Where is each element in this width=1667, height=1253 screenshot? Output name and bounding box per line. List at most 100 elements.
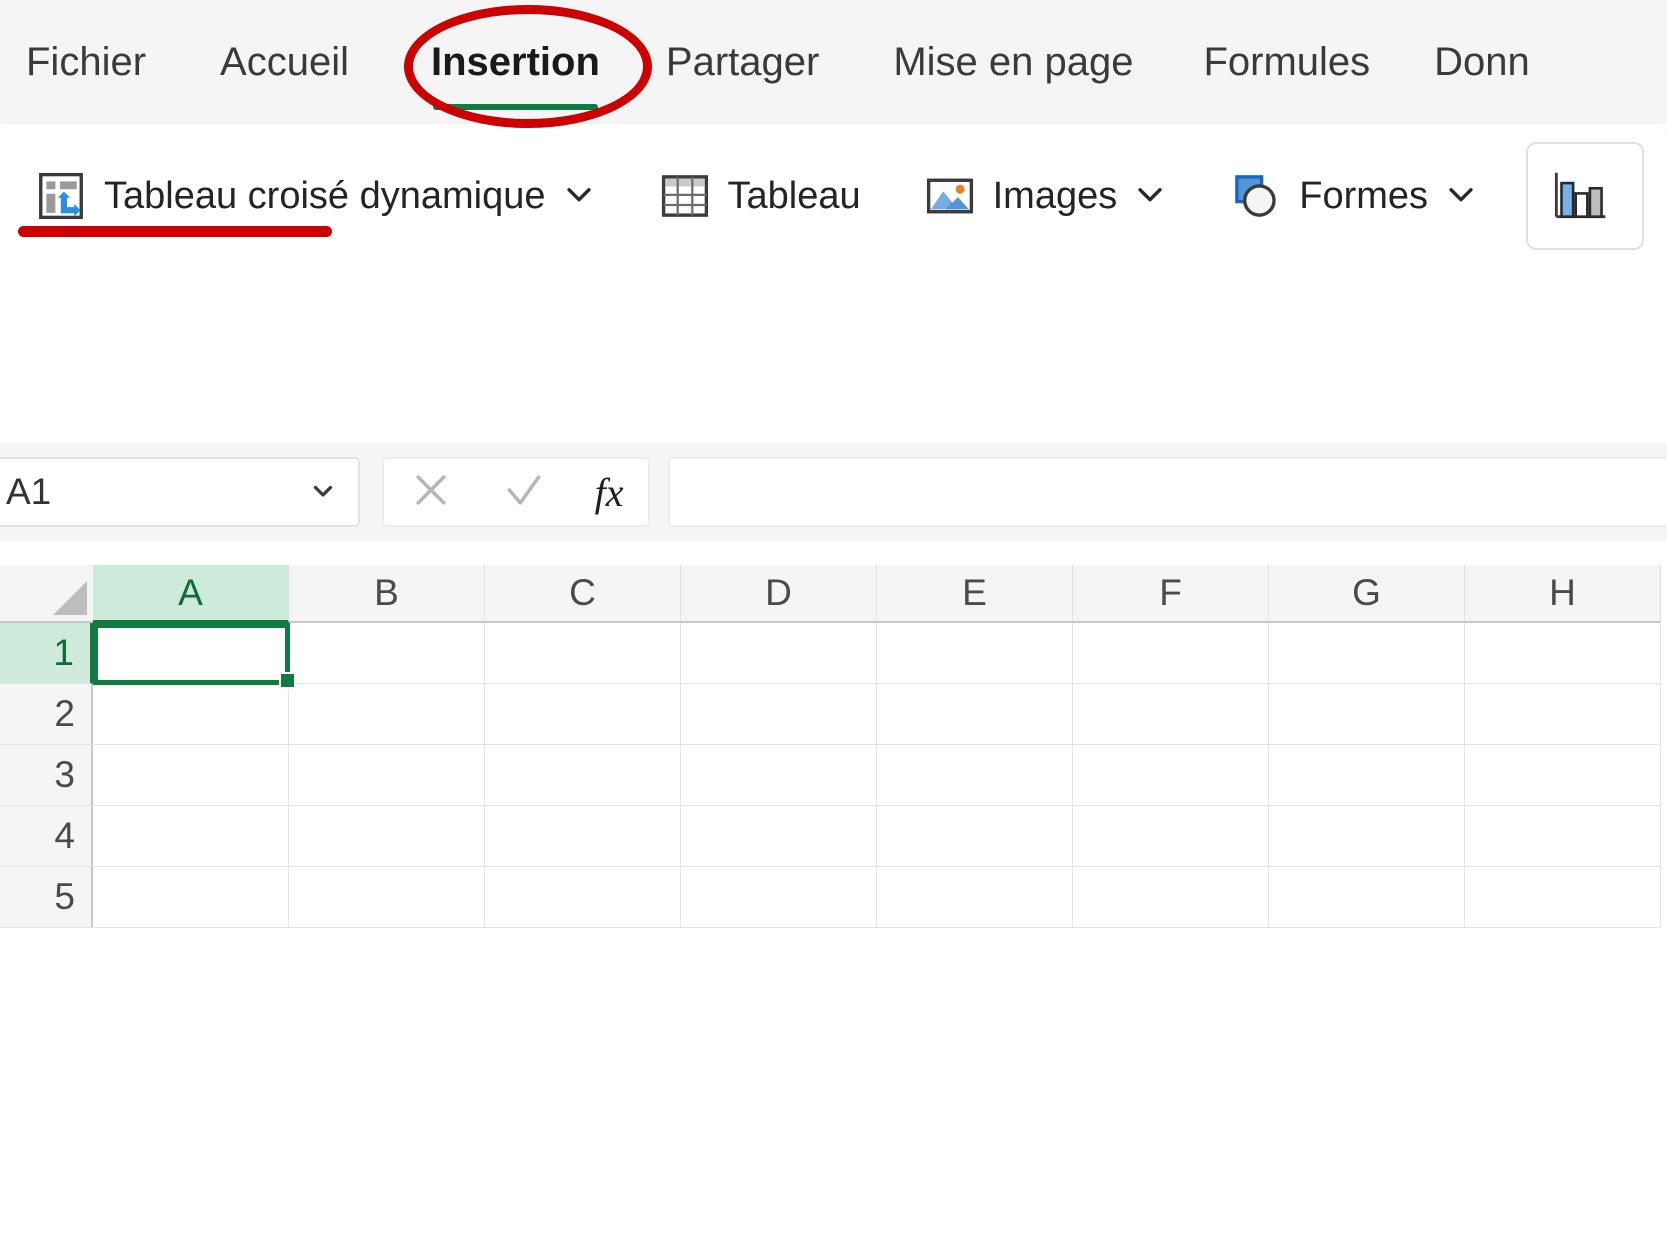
column-header-label: A bbox=[178, 571, 203, 613]
cell-c2[interactable] bbox=[485, 684, 681, 745]
column-header-a[interactable]: A bbox=[93, 565, 289, 623]
row-header-column: 1 2 3 4 5 bbox=[0, 623, 93, 928]
name-box[interactable]: A1 bbox=[0, 457, 360, 527]
cell-c5[interactable] bbox=[485, 867, 681, 928]
formula-input[interactable] bbox=[668, 457, 1667, 527]
column-header-b[interactable]: B bbox=[289, 565, 485, 623]
ribbon-tab-bar: Fichier Accueil Insertion Partager Mise … bbox=[0, 0, 1667, 124]
ribbon-button-label: Tableau bbox=[727, 174, 861, 217]
row-header-4[interactable]: 4 bbox=[0, 806, 93, 867]
cell-a1[interactable] bbox=[93, 623, 289, 684]
ribbon-button-table[interactable]: Tableau bbox=[644, 148, 875, 244]
cell-g2[interactable] bbox=[1269, 684, 1465, 745]
cell-d4[interactable] bbox=[681, 806, 877, 867]
cell-h3[interactable] bbox=[1465, 745, 1661, 806]
ribbon-button-shapes[interactable]: Formes bbox=[1215, 148, 1492, 244]
cell-e4[interactable] bbox=[877, 806, 1073, 867]
column-header-g[interactable]: G bbox=[1269, 565, 1465, 623]
table-row bbox=[93, 623, 1667, 684]
tab-accueil[interactable]: Accueil bbox=[220, 0, 349, 124]
chevron-down-icon[interactable] bbox=[308, 475, 338, 510]
chevron-down-icon[interactable] bbox=[1133, 177, 1167, 216]
column-header-h[interactable]: H bbox=[1465, 565, 1661, 623]
tab-fichier[interactable]: Fichier bbox=[26, 0, 146, 124]
column-header-d[interactable]: D bbox=[681, 565, 877, 623]
tab-formules[interactable]: Formules bbox=[1203, 0, 1370, 124]
spreadsheet-grid: A B C D E F G H 1 2 3 4 5 bbox=[0, 565, 1667, 1253]
column-header-e[interactable]: E bbox=[877, 565, 1073, 623]
cell-h2[interactable] bbox=[1465, 684, 1661, 745]
row-header-3[interactable]: 3 bbox=[0, 745, 93, 806]
cell-g3[interactable] bbox=[1269, 745, 1465, 806]
tab-donnees[interactable]: Donn bbox=[1434, 0, 1530, 124]
cell-f2[interactable] bbox=[1073, 684, 1269, 745]
tab-partager[interactable]: Partager bbox=[666, 0, 819, 124]
close-icon[interactable] bbox=[409, 468, 453, 517]
cell-d5[interactable] bbox=[681, 867, 877, 928]
cell-f4[interactable] bbox=[1073, 806, 1269, 867]
active-tab-indicator bbox=[432, 104, 598, 110]
select-all-corner[interactable] bbox=[0, 565, 93, 623]
check-icon[interactable] bbox=[502, 468, 546, 517]
cell-a3[interactable] bbox=[93, 745, 289, 806]
cell-h5[interactable] bbox=[1465, 867, 1661, 928]
column-header-label: E bbox=[962, 572, 987, 613]
cell-g1[interactable] bbox=[1269, 623, 1465, 684]
row-header-1[interactable]: 1 bbox=[0, 623, 93, 684]
tab-label: Donn bbox=[1434, 40, 1530, 84]
table-row bbox=[93, 867, 1667, 928]
cell-e5[interactable] bbox=[877, 867, 1073, 928]
ribbon-button-label: Images bbox=[992, 174, 1118, 217]
cell-c1[interactable] bbox=[485, 623, 681, 684]
cell-b4[interactable] bbox=[289, 806, 485, 867]
cell-f1[interactable] bbox=[1073, 623, 1269, 684]
fx-icon[interactable]: fx bbox=[595, 469, 624, 516]
cell-g5[interactable] bbox=[1269, 867, 1465, 928]
row-header-label: 2 bbox=[54, 693, 75, 734]
cell-d3[interactable] bbox=[681, 745, 877, 806]
cell-d1[interactable] bbox=[681, 623, 877, 684]
cell-b5[interactable] bbox=[289, 867, 485, 928]
fill-handle[interactable] bbox=[279, 672, 296, 689]
cell-b2[interactable] bbox=[289, 684, 485, 745]
cell-e3[interactable] bbox=[877, 745, 1073, 806]
tab-insertion[interactable]: Insertion bbox=[431, 0, 600, 124]
column-header-c[interactable]: C bbox=[485, 565, 681, 623]
cell-a4[interactable] bbox=[93, 806, 289, 867]
column-header-f[interactable]: F bbox=[1073, 565, 1269, 623]
row-header-label: 3 bbox=[54, 754, 75, 795]
cell-c4[interactable] bbox=[485, 806, 681, 867]
tab-mise-en-page[interactable]: Mise en page bbox=[893, 0, 1133, 124]
formula-bar: A1 fx bbox=[0, 443, 1667, 541]
cell-a5[interactable] bbox=[93, 867, 289, 928]
bar-chart-icon bbox=[1546, 165, 1608, 227]
cell-e2[interactable] bbox=[877, 684, 1073, 745]
cell-c3[interactable] bbox=[485, 745, 681, 806]
cell-g4[interactable] bbox=[1269, 806, 1465, 867]
row-header-5[interactable]: 5 bbox=[0, 867, 93, 928]
ribbon-button-chart[interactable] bbox=[1526, 142, 1645, 250]
column-header-label: F bbox=[1159, 572, 1182, 613]
row-header-label: 1 bbox=[53, 632, 74, 673]
chevron-down-icon[interactable] bbox=[562, 177, 596, 216]
chevron-down-icon[interactable] bbox=[1444, 177, 1478, 216]
cell-h4[interactable] bbox=[1465, 806, 1661, 867]
cell-f5[interactable] bbox=[1073, 867, 1269, 928]
cell-b3[interactable] bbox=[289, 745, 485, 806]
ribbon-button-images[interactable]: Images bbox=[909, 148, 1182, 244]
tab-label: Accueil bbox=[220, 40, 349, 84]
cell-e1[interactable] bbox=[877, 623, 1073, 684]
cell-area bbox=[93, 623, 1667, 1253]
cell-d2[interactable] bbox=[681, 684, 877, 745]
picture-icon bbox=[923, 169, 977, 223]
cell-b1[interactable] bbox=[289, 623, 485, 684]
cell-f3[interactable] bbox=[1073, 745, 1269, 806]
ribbon-button-pivot-table[interactable]: Tableau croisé dynamique bbox=[20, 148, 610, 244]
shapes-icon bbox=[1229, 169, 1283, 223]
row-header-2[interactable]: 2 bbox=[0, 684, 93, 745]
tab-label: Insertion bbox=[430, 40, 600, 84]
ribbon-button-label: Tableau croisé dynamique bbox=[104, 174, 546, 217]
cell-a2[interactable] bbox=[93, 684, 289, 745]
cell-h1[interactable] bbox=[1465, 623, 1661, 684]
tab-label: Formules bbox=[1203, 40, 1371, 84]
